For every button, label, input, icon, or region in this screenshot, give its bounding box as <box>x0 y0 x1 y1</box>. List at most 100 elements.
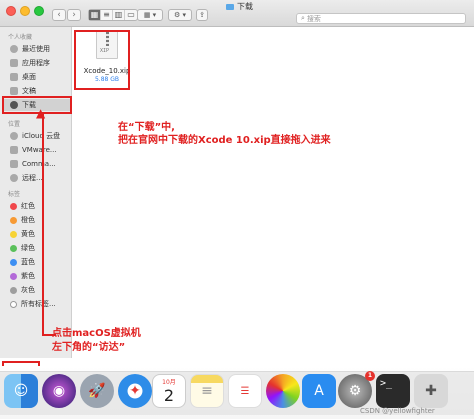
notification-badge: 1 <box>365 371 375 381</box>
cloud-icon <box>10 132 18 140</box>
sidebar-item-tag-blue[interactable]: 蓝色 <box>4 256 70 268</box>
photos-icon[interactable] <box>266 374 300 408</box>
sidebar-item-tag-gray[interactable]: 灰色 <box>4 284 70 296</box>
view-mode-segmented-control: ▦ ≡ ▥ ▭ <box>88 9 138 21</box>
annotation-arrow-head: ▲ <box>36 106 46 120</box>
sidebar-item-label: 红色 <box>21 202 35 210</box>
window-title-label: 下载 <box>237 2 253 11</box>
group-by-icon: ▦ ▾ <box>143 11 157 19</box>
tag-red-icon <box>10 202 17 210</box>
applications-icon <box>10 59 18 67</box>
siri-icon[interactable]: ◉ <box>42 374 76 408</box>
sidebar-item-icloud[interactable]: iCloud 云盘 <box>4 130 70 142</box>
app-store-icon[interactable]: A <box>302 374 336 408</box>
tag-purple-icon <box>10 272 17 280</box>
finder-window: ‹ › ▦ ≡ ▥ ▭ ▦ ▾ ⚙ ▾ ⇪ 下载 ⌕ 个人收藏 最近使用 应用程… <box>0 0 474 358</box>
list-view-icon[interactable]: ≡ <box>101 10 113 20</box>
notes-icon[interactable]: ≡ <box>190 374 224 408</box>
annotation-instruction-finder-line1: 点击macOS虚拟机 <box>52 328 141 339</box>
window-title: 下载 <box>226 2 253 12</box>
drive-icon <box>10 160 18 168</box>
tag-yellow-icon <box>10 230 17 238</box>
back-button[interactable]: ‹ <box>52 9 66 21</box>
share-icon: ⇪ <box>199 11 205 19</box>
disk-utility-icon[interactable]: ✚ <box>414 374 448 408</box>
annotation-instruction-downloads-line2: 把在官网中下载的Xcode 10.xip直接拖入进来 <box>118 135 331 146</box>
forward-button[interactable]: › <box>67 9 81 21</box>
search-field[interactable]: ⌕ <box>296 13 466 24</box>
sidebar-item-label: 远程... <box>22 174 43 182</box>
watermark: CSDN @yellowfighter <box>360 407 435 415</box>
launchpad-icon[interactable]: 🚀 <box>80 374 114 408</box>
annotation-instruction-downloads-line1: 在“下载”中, <box>118 122 175 133</box>
gear-icon: ⚙ ▾ <box>173 11 186 19</box>
sidebar-section-tags: 标签 <box>8 191 21 198</box>
sidebar-item-label: 绿色 <box>21 244 35 252</box>
sidebar-item-label: 灰色 <box>21 286 35 294</box>
close-window-button[interactable] <box>6 6 16 16</box>
clock-icon <box>10 45 18 53</box>
system-preferences-icon[interactable]: ⚙ 1 <box>338 371 375 408</box>
sidebar-item-label: 蓝色 <box>21 258 35 266</box>
sidebar-item-vmware[interactable]: VMware... <box>4 144 70 156</box>
gallery-view-icon[interactable]: ▭ <box>125 10 137 20</box>
finder-icon[interactable]: ☺ <box>4 374 38 408</box>
sidebar: 个人收藏 最近使用 应用程序 桌面 文稿 下载 位置 iCloud 云盘 VMw… <box>0 27 72 358</box>
reminders-icon[interactable]: ☰ <box>228 374 262 408</box>
sidebar-item-label: 应用程序 <box>22 59 50 67</box>
chevron-left-icon: ‹ <box>57 10 61 20</box>
file-browser-content: XIP Xcode_10.xip 5.88 GB <box>73 27 474 358</box>
action-button[interactable]: ⚙ ▾ <box>168 9 192 21</box>
annotation-arrow-line <box>42 114 44 336</box>
documents-icon <box>10 87 18 95</box>
fullscreen-window-button[interactable] <box>34 6 44 16</box>
sidebar-item-label: 所有标签... <box>21 300 56 308</box>
calendar-month: 10月 <box>162 379 176 386</box>
terminal-icon[interactable]: >_ <box>376 374 410 408</box>
sidebar-item-comma[interactable]: Comma... <box>4 158 70 170</box>
tag-green-icon <box>10 244 17 252</box>
annotation-instruction-finder-line2: 左下角的“访达” <box>52 342 126 353</box>
folder-icon <box>226 4 234 10</box>
tag-orange-icon <box>10 216 17 224</box>
sidebar-item-tag-green[interactable]: 绿色 <box>4 242 70 254</box>
sidebar-item-remote[interactable]: 远程... <box>4 172 70 184</box>
sidebar-item-tag-orange[interactable]: 橙色 <box>4 214 70 226</box>
sidebar-item-label: 黄色 <box>21 230 35 238</box>
column-view-icon[interactable]: ▥ <box>113 10 125 20</box>
sidebar-item-tag-yellow[interactable]: 黄色 <box>4 228 70 240</box>
minimize-window-button[interactable] <box>20 6 30 16</box>
sidebar-item-all-tags[interactable]: 所有标签... <box>4 298 70 310</box>
drive-icon <box>10 146 18 154</box>
sidebar-item-label: Comma... <box>22 160 56 168</box>
sidebar-item-label: 文稿 <box>22 87 36 95</box>
network-icon <box>10 174 18 182</box>
calendar-day: 2 <box>163 386 175 405</box>
sidebar-section-favorites: 个人收藏 <box>8 34 33 41</box>
desktop-icon <box>10 73 18 81</box>
search-icon: ⌕ <box>301 14 305 22</box>
sidebar-item-tag-red[interactable]: 红色 <box>4 200 70 212</box>
sidebar-item-label: 紫色 <box>21 272 35 280</box>
share-button[interactable]: ⇪ <box>196 9 208 21</box>
sidebar-item-label: 最近使用 <box>22 45 50 53</box>
tag-gray-icon <box>10 286 17 294</box>
highlight-box-file <box>74 30 130 90</box>
tag-blue-icon <box>10 258 17 266</box>
all-tags-icon <box>10 300 17 308</box>
sidebar-item-label: 橙色 <box>21 216 35 224</box>
search-input[interactable] <box>306 14 447 23</box>
sidebar-item-desktop[interactable]: 桌面 <box>4 71 70 83</box>
sidebar-section-locations: 位置 <box>8 121 21 128</box>
terminal-prompt: >_ <box>380 378 393 389</box>
calendar-icon[interactable]: 10月 2 <box>152 374 186 408</box>
sidebar-item-label: VMware... <box>22 146 57 154</box>
sidebar-item-recents[interactable]: 最近使用 <box>4 43 70 55</box>
chevron-right-icon: › <box>72 10 76 20</box>
sidebar-item-label: 桌面 <box>22 73 36 81</box>
group-by-button[interactable]: ▦ ▾ <box>137 9 163 21</box>
icon-view-icon[interactable]: ▦ <box>89 10 101 20</box>
sidebar-item-applications[interactable]: 应用程序 <box>4 57 70 69</box>
safari-icon[interactable]: ✦ <box>118 374 152 408</box>
sidebar-item-tag-purple[interactable]: 紫色 <box>4 270 70 282</box>
